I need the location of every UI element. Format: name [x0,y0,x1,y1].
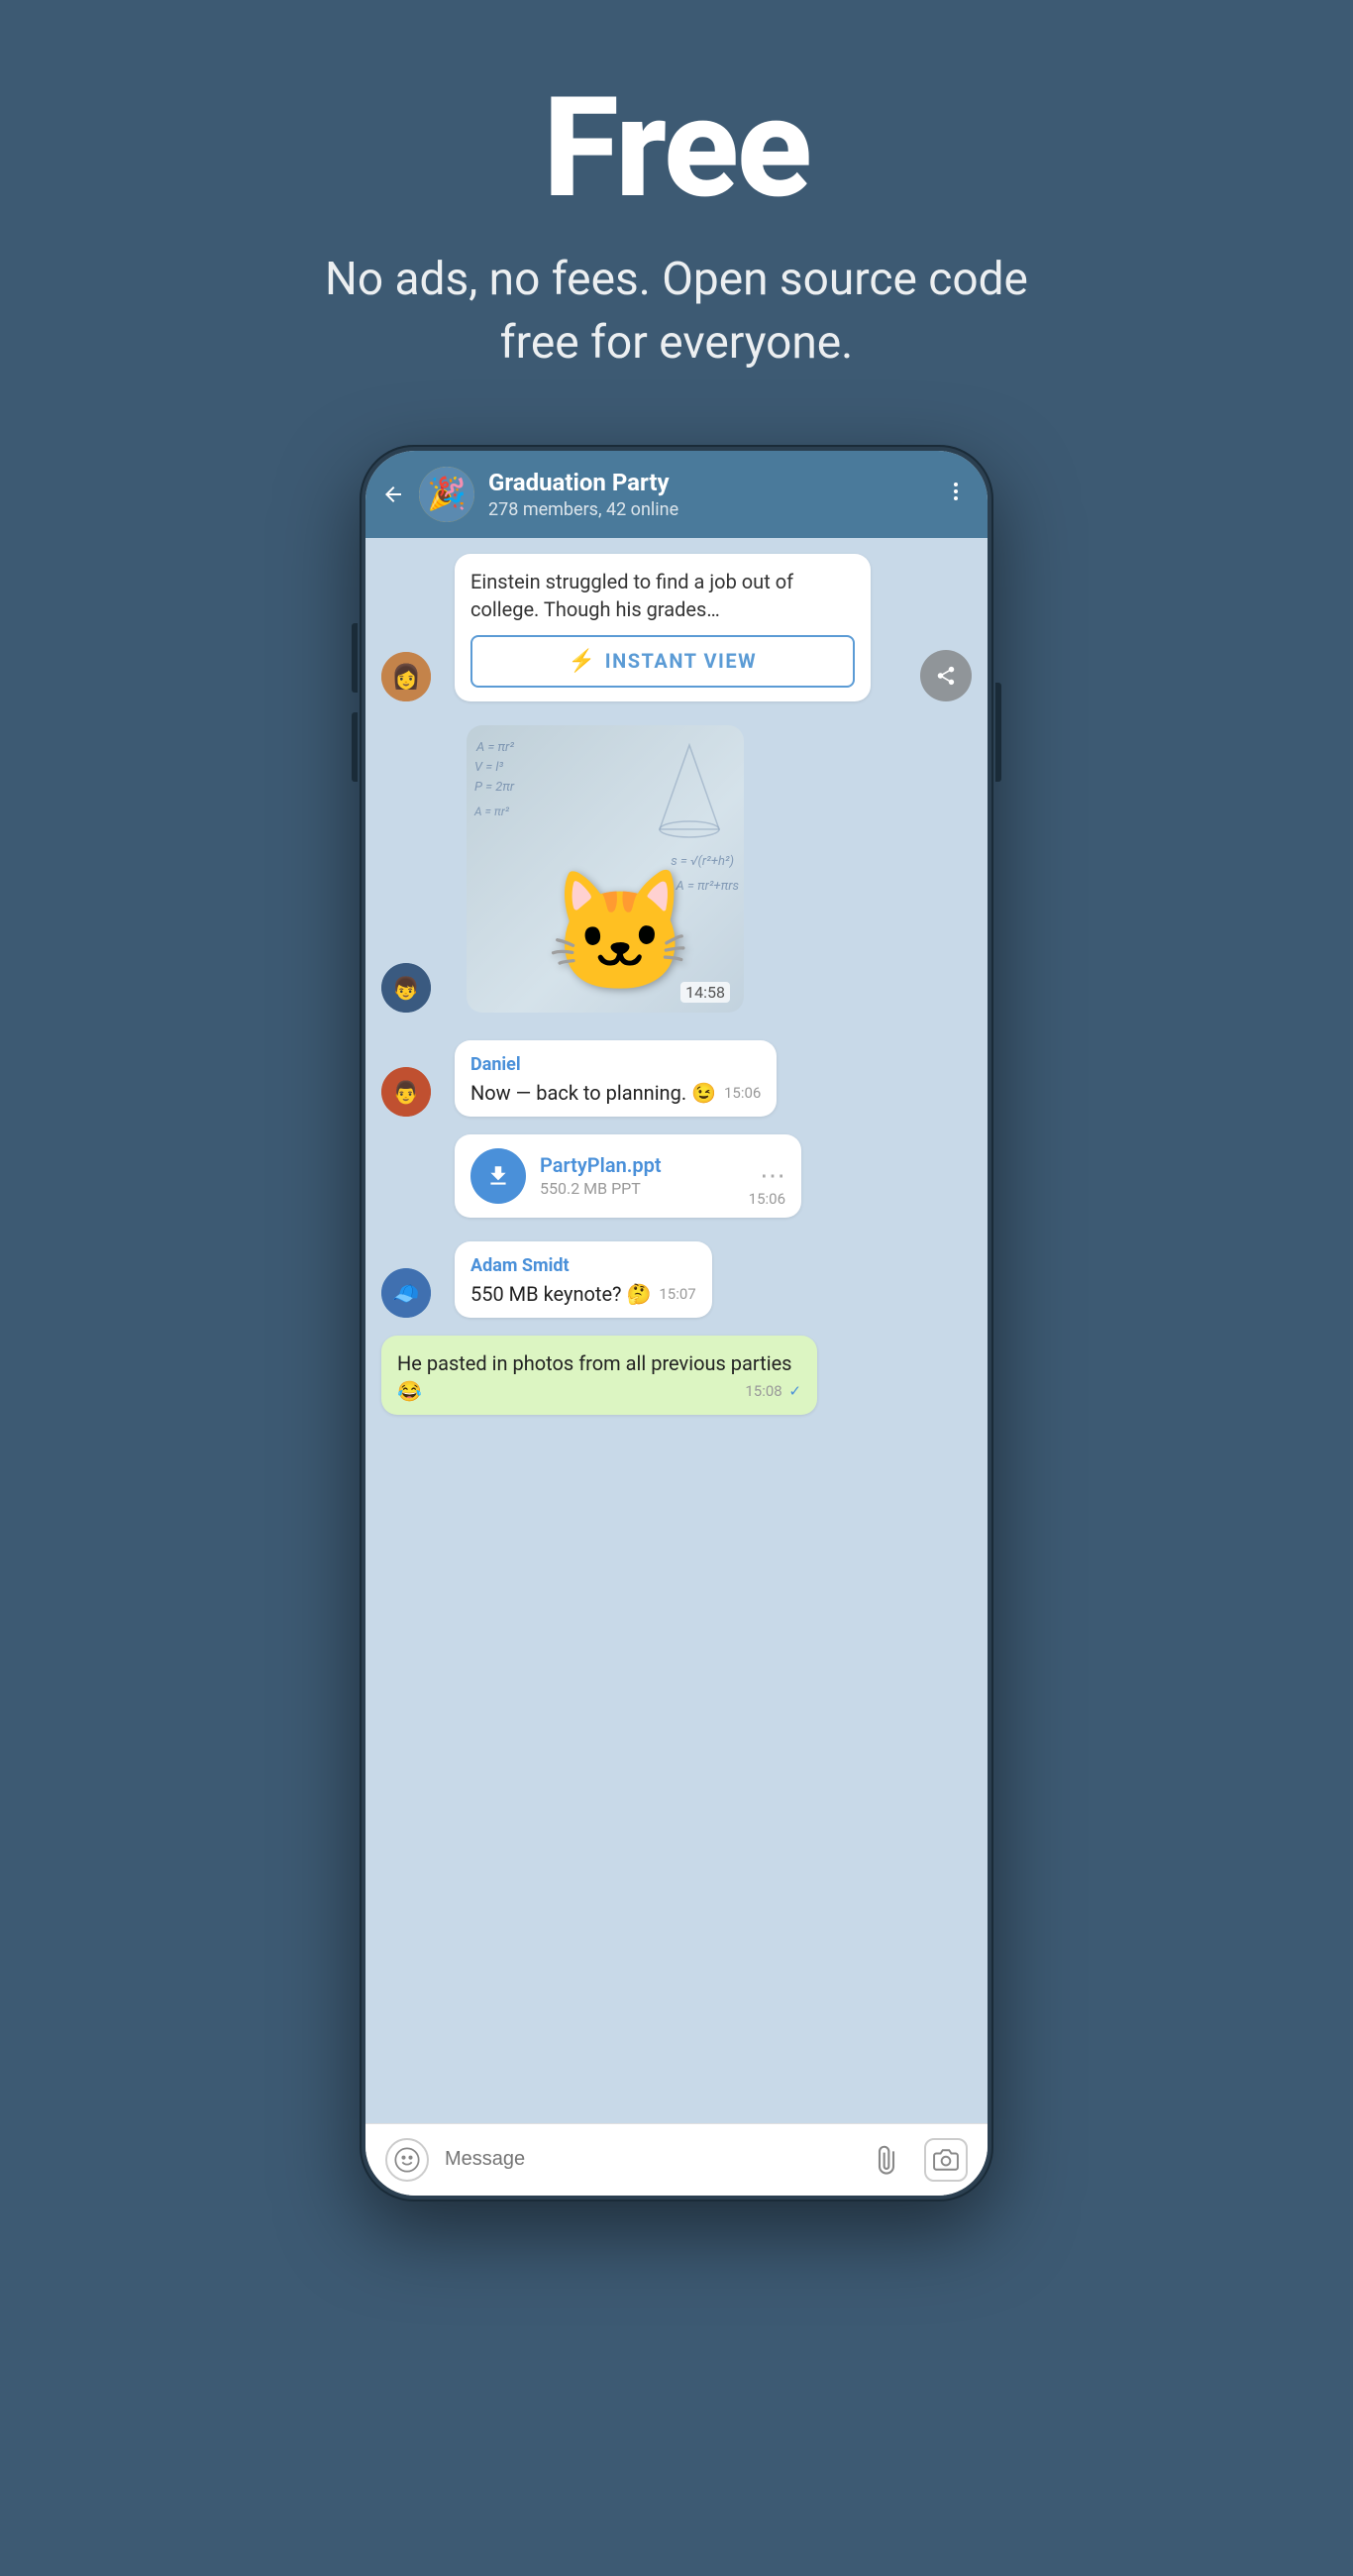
article-message-row: 👩 Einstein struggled to find a job out o… [381,554,972,701]
camera-button[interactable] [924,2138,968,2182]
sticker-background: A = πr² V = l³ P = 2πr A = πr² s = √(r²+… [467,725,744,1013]
article-bubble: Einstein struggled to find a job out of … [455,554,871,701]
svg-text:🧢: 🧢 [392,1282,419,1307]
file-size: 550.2 MB PPT [540,1179,746,1198]
svg-text:👦: 👦 [392,976,419,1002]
input-bar [365,2123,988,2196]
group-avatar: 🎉 [419,467,474,522]
file-more-button[interactable]: ⋯ [760,1161,785,1191]
file-info: PartyPlan.ppt 550.2 MB PPT [540,1153,746,1198]
file-bubble: PartyPlan.ppt 550.2 MB PPT ⋯ 15:06 [455,1134,801,1218]
math-formula-2: V = l³ [474,760,503,775]
sticker-container: A = πr² V = l³ P = 2πr A = πr² s = √(r²+… [467,725,744,1013]
phone-inner: 🎉 Graduation Party 278 members, 42 onlin… [365,451,988,2196]
sent-message-text: He pasted in photos from all previous pa… [397,1349,801,1405]
sender-avatar-daniel: 👨 [381,1067,431,1117]
sent-message-row: He pasted in photos from all previous pa… [381,1336,972,1415]
app-header: 🎉 Graduation Party 278 members, 42 onlin… [365,451,988,538]
phone-wrapper: 🎉 Graduation Party 278 members, 42 onlin… [360,445,993,2201]
svg-text:👩: 👩 [391,663,421,691]
message-input[interactable] [445,2138,849,2182]
instant-view-label: INSTANT VIEW [605,649,757,673]
svg-text:🎉: 🎉 [427,475,467,512]
phone-frame: 🎉 Graduation Party 278 members, 42 onlin… [360,445,993,2201]
sender-avatar-adam: 🧢 [381,1268,431,1318]
adam-message-text: 550 MB keynote? 🤔 15:07 [470,1280,696,1308]
emoji-button[interactable] [385,2138,429,2182]
sender-avatar-guy1: 👦 [381,963,431,1013]
cone-shape [655,740,724,839]
sender-avatar-girl: 👩 [381,652,431,701]
more-button[interactable] [944,477,968,511]
group-name: Graduation Party [488,469,930,497]
daniel-time: 15:06 [724,1083,761,1104]
chat-area: 👩 Einstein struggled to find a job out o… [365,538,988,2123]
file-message-row: PartyPlan.ppt 550.2 MB PPT ⋯ 15:06 [381,1134,972,1218]
attach-button[interactable] [856,2129,917,2191]
daniel-bubble: Daniel Now — back to planning. 😉 15:06 [455,1040,777,1117]
group-members: 278 members, 42 online [488,499,930,520]
math-formula-1: A = πr² [476,740,514,755]
sent-time: 15:08 ✓ [745,1381,801,1402]
math-formula-3: P = 2πr [474,780,514,795]
daniel-message-row: 👨 Daniel Now — back to planning. 😉 15:06 [381,1040,972,1117]
adam-sender-name: Adam Smidt [470,1255,696,1276]
article-preview-text: Einstein struggled to find a job out of … [470,568,855,623]
daniel-sender-name: Daniel [470,1054,761,1075]
math-formula-4: A = πr² [474,805,509,818]
sent-bubble: He pasted in photos from all previous pa… [381,1336,817,1415]
adam-message-row: 🧢 Adam Smidt 550 MB keynote? 🤔 15:07 [381,1241,972,1318]
daniel-message-text: Now — back to planning. 😉 15:06 [470,1079,761,1107]
sticker-row: 👦 A = πr² V = l³ P = 2πr A = πr² s = √(r… [381,725,972,1013]
hero-title: Free [40,79,1313,218]
hero-section: Free No ads, no fees. Open source code f… [0,0,1353,425]
file-name: PartyPlan.ppt [540,1153,746,1177]
forward-button[interactable] [920,650,972,701]
file-time: 15:06 [749,1190,785,1208]
adam-time: 15:07 [659,1284,695,1305]
cat-sticker: 🐱 [546,874,693,993]
back-button[interactable] [381,483,405,506]
adam-bubble: Adam Smidt 550 MB keynote? 🤔 15:07 [455,1241,712,1318]
group-info: Graduation Party 278 members, 42 online [488,469,930,520]
sticker-time: 14:58 [680,982,730,1003]
file-download-button[interactable] [470,1148,526,1204]
svg-text:👨: 👨 [392,1080,419,1106]
bolt-icon: ⚡ [569,649,597,674]
check-icon: ✓ [788,1382,801,1400]
instant-view-button[interactable]: ⚡ INSTANT VIEW [470,635,855,688]
hero-subtitle: No ads, no fees. Open source code free f… [300,248,1053,376]
